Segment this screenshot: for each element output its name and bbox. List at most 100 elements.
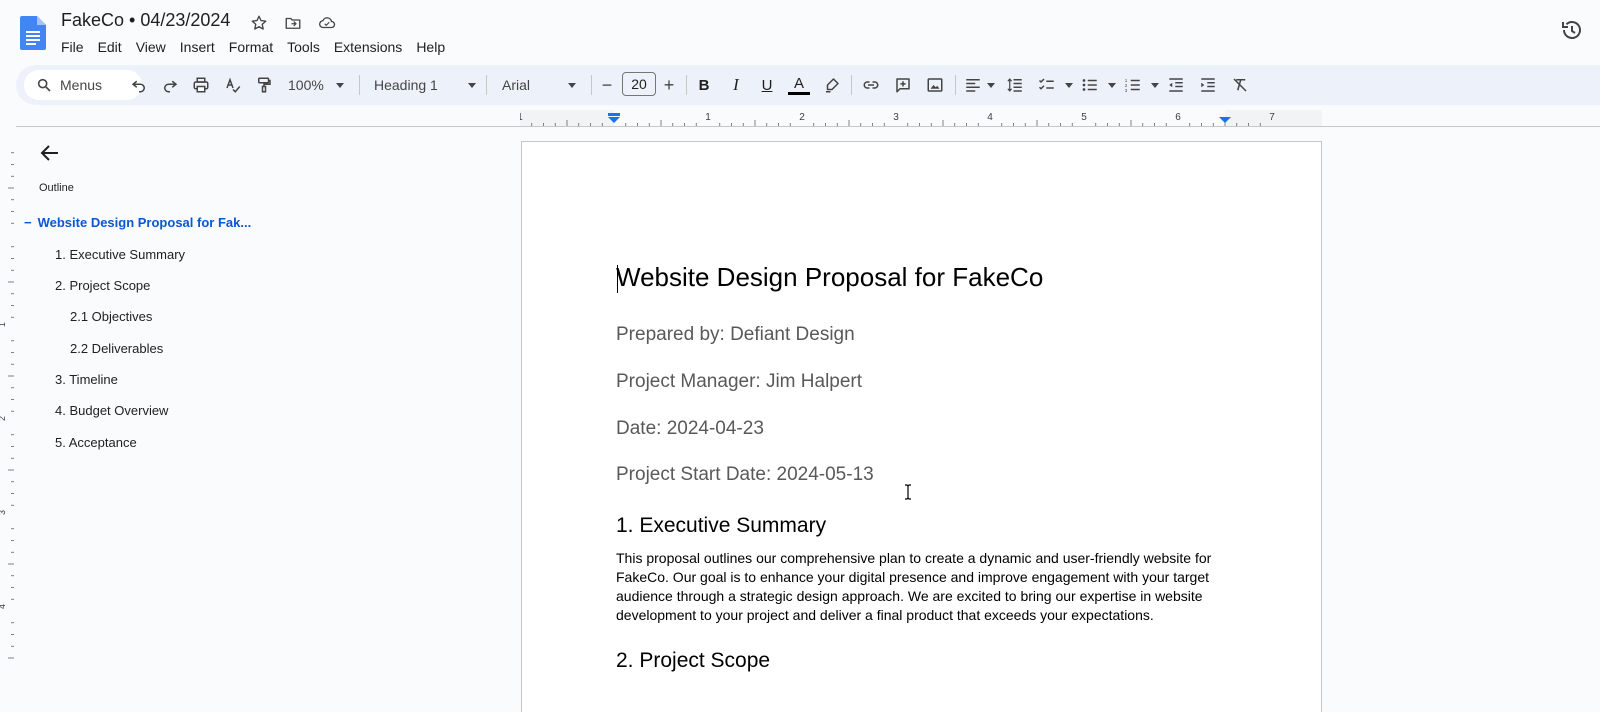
menu-tools[interactable]: Tools xyxy=(280,37,327,57)
chevron-down-icon[interactable] xyxy=(987,83,995,88)
insert-image-icon[interactable] xyxy=(923,73,947,97)
horizontal-ruler[interactable]: 1 1 2 3 4 5 6 7 xyxy=(520,110,1322,126)
outline-item-label: Website Design Proposal for Fak... xyxy=(37,215,252,230)
outline-active-dash: − xyxy=(24,215,32,230)
increase-indent-icon[interactable] xyxy=(1196,73,1220,97)
mouse-ibeam-icon xyxy=(905,484,911,500)
paragraph-style-value: Heading 1 xyxy=(374,77,438,93)
outline-item-objectives[interactable]: 2.1 Objectives xyxy=(70,309,152,324)
menu-format[interactable]: Format xyxy=(222,37,280,57)
outline-item-budget-overview[interactable]: 4. Budget Overview xyxy=(55,403,168,418)
decrease-font-size-button[interactable]: − xyxy=(595,73,619,97)
italic-button[interactable]: I xyxy=(724,73,748,97)
chevron-down-icon xyxy=(568,82,577,88)
chevron-down-icon xyxy=(335,82,344,88)
outline-label: Outline xyxy=(39,182,74,194)
text-color-button[interactable]: A xyxy=(787,73,811,97)
cloud-saved-icon[interactable] xyxy=(316,12,338,34)
menu-bar: File Edit View Insert Format Tools Exten… xyxy=(54,37,452,57)
paragraph-style-select[interactable]: Heading 1 xyxy=(374,73,476,97)
clear-formatting-icon[interactable] xyxy=(1228,73,1252,97)
underline-button[interactable]: U xyxy=(755,73,779,97)
ruler-number: 5 xyxy=(1081,112,1087,123)
redo-icon[interactable] xyxy=(158,73,182,97)
project-scope-heading[interactable]: 2. Project Scope xyxy=(616,649,770,673)
ruler-number: 6 xyxy=(1175,112,1181,123)
ruler-number: 1 xyxy=(0,322,7,327)
chevron-down-icon xyxy=(467,82,476,88)
outline-item-deliverables[interactable]: 2.2 Deliverables xyxy=(70,341,163,356)
search-icon xyxy=(37,78,51,92)
menu-edit[interactable]: Edit xyxy=(91,37,129,57)
toolbar-divider xyxy=(359,75,360,95)
vertical-ruler[interactable]: 1 2 3 4 xyxy=(0,130,14,712)
search-menus-button[interactable]: Menus xyxy=(24,70,142,100)
outline-item-title[interactable]: − Website Design Proposal for Fak... xyxy=(24,215,251,230)
outline-item-timeline[interactable]: 3. Timeline xyxy=(55,372,118,387)
font-value: Arial xyxy=(502,77,531,93)
menu-extensions[interactable]: Extensions xyxy=(327,37,409,57)
prepared-by-line[interactable]: Prepared by: Defiant Design xyxy=(616,324,855,346)
outline-item-executive-summary[interactable]: 1. Executive Summary xyxy=(55,247,185,262)
text-color-label: A xyxy=(793,74,804,92)
svg-text:3: 3 xyxy=(1125,88,1128,93)
title-bar: FakeCo • 04/23/2024 File Edit View Inser… xyxy=(0,0,1600,64)
ruler-number: 4 xyxy=(0,604,7,609)
zoom-select[interactable]: 100% xyxy=(288,73,344,97)
paint-format-icon[interactable] xyxy=(252,73,276,97)
date-line[interactable]: Date: 2024-04-23 xyxy=(616,418,764,440)
line-spacing-icon[interactable] xyxy=(1003,73,1027,97)
chevron-down-icon[interactable] xyxy=(1108,83,1116,88)
toolbar-divider xyxy=(591,75,592,95)
bulleted-list-icon[interactable] xyxy=(1078,73,1102,97)
ruler-number: 2 xyxy=(0,416,7,421)
zoom-value: 100% xyxy=(288,77,324,93)
undo-icon[interactable] xyxy=(127,73,151,97)
chevron-down-icon[interactable] xyxy=(1065,83,1073,88)
decrease-indent-icon[interactable] xyxy=(1164,73,1188,97)
highlight-icon[interactable] xyxy=(820,73,844,97)
bold-button[interactable]: B xyxy=(692,73,716,97)
spellcheck-icon[interactable] xyxy=(221,73,245,97)
project-manager-line[interactable]: Project Manager: Jim Halpert xyxy=(616,371,862,393)
outline-item-acceptance[interactable]: 5. Acceptance xyxy=(55,435,137,450)
toolbar-divider xyxy=(486,75,487,95)
menu-help[interactable]: Help xyxy=(409,37,452,57)
menu-view[interactable]: View xyxy=(129,37,173,57)
add-comment-icon[interactable] xyxy=(891,73,915,97)
menu-insert[interactable]: Insert xyxy=(173,37,222,57)
text-color-swatch xyxy=(788,91,810,95)
print-icon[interactable] xyxy=(189,73,213,97)
ruler-number: 4 xyxy=(987,112,993,123)
docs-logo-icon[interactable] xyxy=(20,16,46,50)
back-arrow-icon[interactable] xyxy=(38,141,62,165)
outline-item-project-scope[interactable]: 2. Project Scope xyxy=(55,278,150,293)
increase-font-size-button[interactable]: + xyxy=(657,73,681,97)
ruler-number: 7 xyxy=(1269,112,1275,123)
chevron-down-icon[interactable] xyxy=(1151,83,1159,88)
menu-file[interactable]: File xyxy=(54,37,91,57)
ruler-number: 3 xyxy=(0,510,7,515)
move-folder-icon[interactable] xyxy=(282,12,304,34)
ruler-number: 1 xyxy=(520,112,523,123)
document-heading[interactable]: Website Design Proposal for FakeCo xyxy=(616,262,1043,293)
font-select[interactable]: Arial xyxy=(502,73,577,97)
executive-summary-paragraph[interactable]: This proposal outlines our comprehensive… xyxy=(616,549,1236,625)
outline-sidebar: Outline − Website Design Proposal for Fak… xyxy=(16,127,296,712)
align-left-icon[interactable] xyxy=(961,73,985,97)
font-size-input[interactable]: 20 xyxy=(622,72,656,96)
document-page[interactable]: Website Design Proposal for FakeCo Prepa… xyxy=(521,141,1322,712)
start-date-line[interactable]: Project Start Date: 2024-05-13 xyxy=(616,464,874,486)
version-history-icon[interactable] xyxy=(1560,18,1584,42)
document-title[interactable]: FakeCo • 04/23/2024 xyxy=(61,10,230,31)
ruler-number: 1 xyxy=(705,112,711,123)
toolbar-divider xyxy=(955,75,956,95)
executive-summary-heading[interactable]: 1. Executive Summary xyxy=(616,514,826,538)
search-menus-label: Menus xyxy=(60,77,103,93)
star-icon[interactable] xyxy=(248,12,270,34)
toolbar-divider xyxy=(686,75,687,95)
link-icon[interactable] xyxy=(859,73,883,97)
toolbar-divider xyxy=(851,75,852,95)
numbered-list-icon[interactable]: 123 xyxy=(1121,73,1145,97)
checklist-icon[interactable] xyxy=(1035,73,1059,97)
